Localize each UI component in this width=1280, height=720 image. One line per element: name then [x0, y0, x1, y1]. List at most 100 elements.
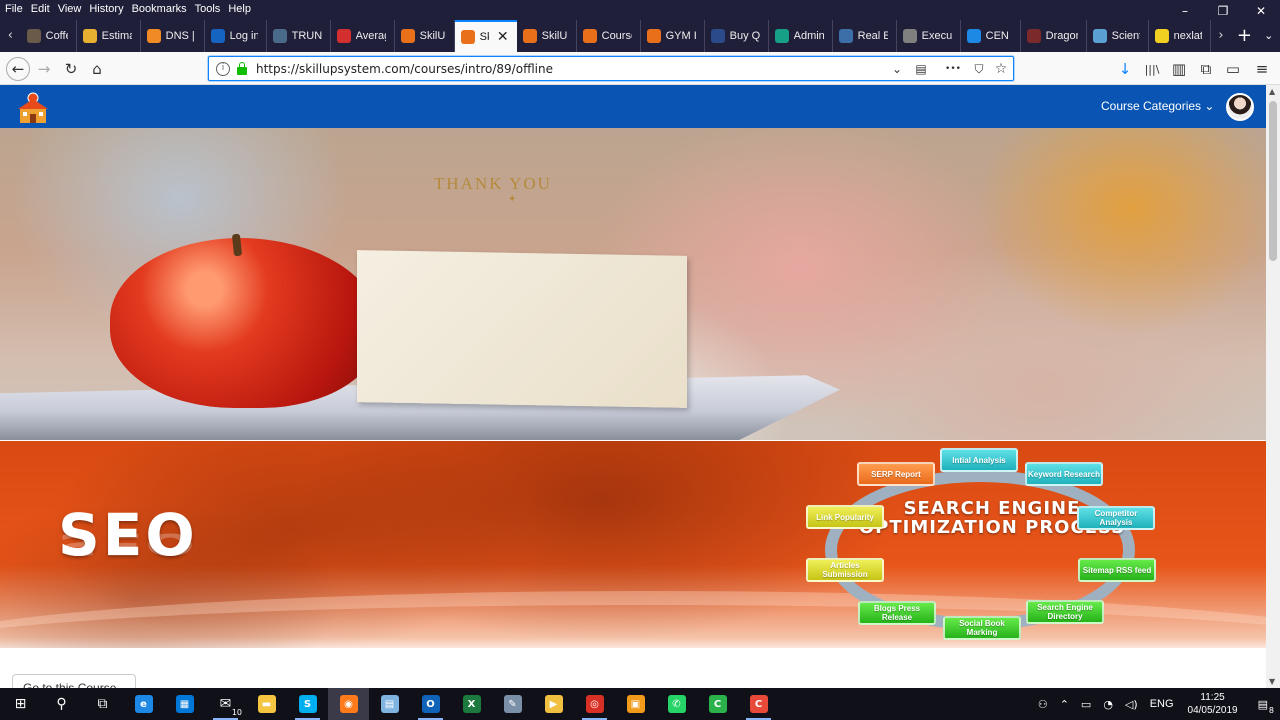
tab[interactable]: CEN G — [961, 20, 1021, 52]
tab[interactable]: Scient — [1087, 20, 1149, 52]
navigation-toolbar: ← → ↻ ⌂ i https://skillupsystem.com/cour… — [0, 52, 1280, 85]
tray-chevron-icon[interactable]: ⌃ — [1060, 698, 1069, 711]
menu-history[interactable]: History — [85, 0, 127, 18]
extensions-icon[interactable]: ⧉ — [1195, 58, 1217, 80]
downloads-icon[interactable]: ↓ — [1114, 58, 1136, 80]
volume-icon[interactable]: ◁) — [1125, 698, 1138, 711]
tab[interactable]: Estima — [77, 20, 141, 52]
hamburger-menu-icon[interactable]: ≡ — [1251, 58, 1273, 80]
clock[interactable]: 11:25 04/05/2019 — [1188, 691, 1238, 717]
page-scrollbar[interactable]: ▲ ▼ — [1266, 85, 1280, 688]
tab[interactable]: Execut — [897, 20, 961, 52]
edge-icon[interactable]: e — [123, 688, 164, 720]
windows-start-icon[interactable]: ⊞ — [0, 688, 41, 720]
windows-start-icon-glyph: ⊞ — [14, 696, 27, 712]
tab-scroll-right-button[interactable]: › — [1211, 28, 1232, 43]
excel-icon-glyph: X — [462, 695, 481, 713]
tab-favicon-icon — [146, 29, 161, 43]
task-view-icon[interactable]: ⧉ — [82, 688, 123, 720]
menu-help[interactable]: Help — [224, 0, 255, 18]
network-icon[interactable]: ◔ — [1103, 698, 1113, 711]
search-icon[interactable]: ⚲ — [41, 688, 82, 720]
whatsapp-icon[interactable]: ✆ — [656, 688, 697, 720]
tab-title: Buy Q — [729, 30, 760, 42]
action-center-icon[interactable]: ▤ 8 — [1258, 698, 1274, 715]
site-info-icon[interactable]: i — [216, 61, 230, 76]
skype-icon[interactable]: S — [287, 688, 328, 720]
user-avatar[interactable] — [1226, 93, 1254, 121]
home-button[interactable]: ⌂ — [86, 58, 108, 80]
paint-icon-glyph: ✎ — [503, 695, 522, 713]
firefox-icon[interactable]: ◉ — [328, 688, 369, 720]
tab[interactable]: DNS | — [141, 20, 205, 52]
page-actions-button[interactable]: ••• — [943, 59, 963, 79]
list-all-tabs-button[interactable]: ⌄ — [1258, 29, 1280, 42]
menu-tools[interactable]: Tools — [191, 0, 225, 18]
url-bar[interactable]: i https://skillupsystem.com/courses/intr… — [208, 56, 1014, 81]
forward-button[interactable]: → — [33, 58, 55, 80]
new-tab-button[interactable]: + — [1231, 25, 1257, 46]
tab-favicon-icon — [902, 29, 917, 43]
taskbar-apps: ⊞ ⚲ ⧉ e ▦ ✉ 10 ▬ S ◉ ▤ O X ✎ ▶ ◎ ▣ ✆ C C — [0, 688, 779, 720]
sidebar-icon[interactable]: ▥ — [1168, 58, 1190, 80]
seo-process-node: Blogs Press Release — [858, 601, 936, 625]
outlook-icon[interactable]: O — [410, 688, 451, 720]
menu-edit[interactable]: Edit — [27, 0, 54, 18]
scroll-thumb[interactable] — [1269, 101, 1277, 261]
menu-file[interactable]: File — [0, 0, 27, 18]
scroll-down-arrow-icon[interactable]: ▼ — [1269, 677, 1275, 686]
scroll-up-arrow-icon[interactable]: ▲ — [1269, 87, 1275, 96]
whatsapp-icon-glyph: ✆ — [667, 695, 686, 713]
tab-favicon-icon — [646, 29, 661, 43]
back-button[interactable]: ← — [6, 57, 30, 81]
paint-icon[interactable]: ✎ — [492, 688, 533, 720]
reload-button[interactable]: ↻ — [60, 58, 82, 80]
notepad-icon[interactable]: ▤ — [369, 688, 410, 720]
secure-lock-icon[interactable] — [237, 61, 247, 75]
tab[interactable]: nexlat — [1149, 20, 1211, 52]
school-logo-icon[interactable] — [15, 89, 52, 126]
library-icon[interactable]: |||\ — [1141, 58, 1163, 80]
tab[interactable]: Buy Q — [705, 20, 769, 52]
tab[interactable]: Coffee — [21, 20, 77, 52]
chrome-icon[interactable]: ◎ — [574, 688, 615, 720]
media-player-icon[interactable]: ▶ — [533, 688, 574, 720]
language-indicator[interactable]: ENG — [1150, 698, 1174, 710]
tab[interactable]: GYM I — [641, 20, 705, 52]
tab-title: TRUN — [291, 30, 322, 42]
tab-title: Ski — [479, 31, 489, 43]
menu-view[interactable]: View — [54, 0, 86, 18]
screenshot-icon[interactable]: ▭ — [1222, 58, 1244, 80]
tab[interactable]: Dragon Ca — [1021, 20, 1087, 52]
tab[interactable]: SkilUp — [517, 20, 577, 52]
reader-view-icon[interactable]: ▤ — [911, 59, 931, 79]
mail-icon[interactable]: ✉ 10 — [205, 688, 246, 720]
url-dropdown-button[interactable]: ⌄ — [887, 59, 907, 79]
menu-bookmarks[interactable]: Bookmarks — [128, 0, 191, 18]
tab[interactable]: SkilUp — [395, 20, 455, 52]
file-explorer-icon[interactable]: ▬ — [246, 688, 287, 720]
bookmark-star-icon[interactable]: ☆ — [991, 59, 1011, 79]
excel-icon[interactable]: X — [451, 688, 492, 720]
pocket-icon[interactable]: ⛉ — [969, 59, 989, 79]
search-icon-glyph: ⚲ — [56, 696, 67, 712]
camtasia-green-icon[interactable]: C — [697, 688, 738, 720]
image-viewer-icon[interactable]: ▣ — [615, 688, 656, 720]
camtasia-red-icon[interactable]: C — [738, 688, 779, 720]
tab-title: Admin — [793, 30, 824, 42]
battery-icon[interactable]: ▭ — [1081, 698, 1091, 711]
close-tab-icon[interactable]: ✕ — [497, 29, 509, 45]
tab[interactable]: Averag — [331, 20, 395, 52]
course-categories-dropdown[interactable]: Course Categories ⌄ — [1101, 99, 1214, 113]
tab[interactable]: Course — [577, 20, 641, 52]
tab-active[interactable]: Ski ✕ — [454, 20, 517, 52]
tab-title: Course — [601, 30, 632, 42]
url-text[interactable]: https://skillupsystem.com/courses/intro/… — [256, 62, 553, 76]
tab[interactable]: Real E — [833, 20, 897, 52]
people-icon[interactable]: ⚇ — [1038, 698, 1048, 711]
tab-scroll-left-button[interactable]: ‹ — [0, 28, 21, 43]
tab[interactable]: TRUN — [267, 20, 331, 52]
store-icon[interactable]: ▦ — [164, 688, 205, 720]
tab[interactable]: Log in — [205, 20, 267, 52]
tab[interactable]: Admin — [769, 20, 833, 52]
